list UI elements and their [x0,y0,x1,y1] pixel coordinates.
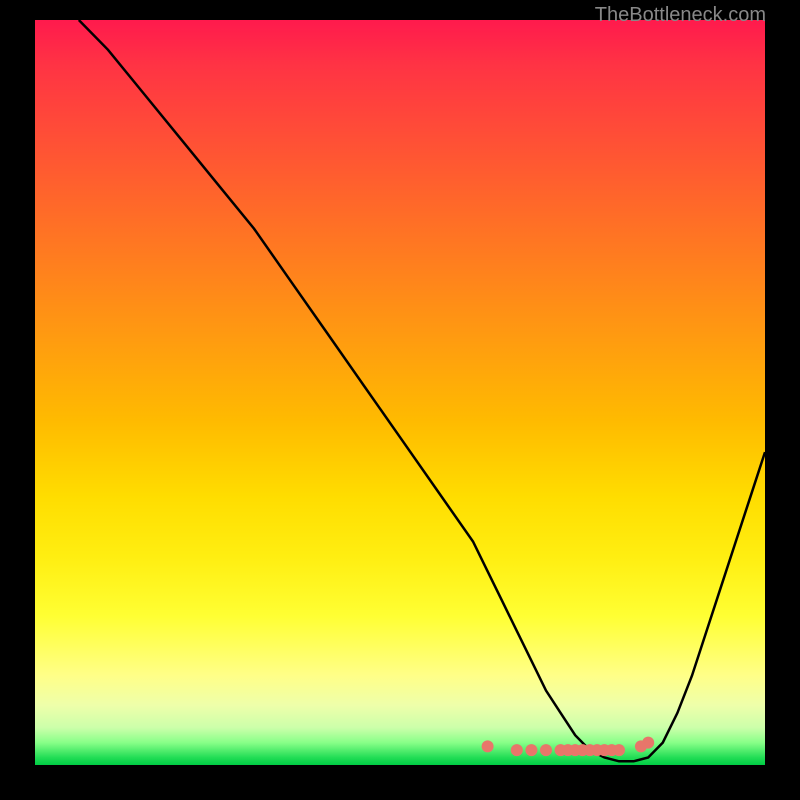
watermark-text: TheBottleneck.com [595,4,766,27]
bottleneck-curve [35,20,765,765]
optimal-zone-dots [35,20,765,765]
chart-container: TheBottleneck.com [0,0,800,800]
plot-area [35,20,765,765]
